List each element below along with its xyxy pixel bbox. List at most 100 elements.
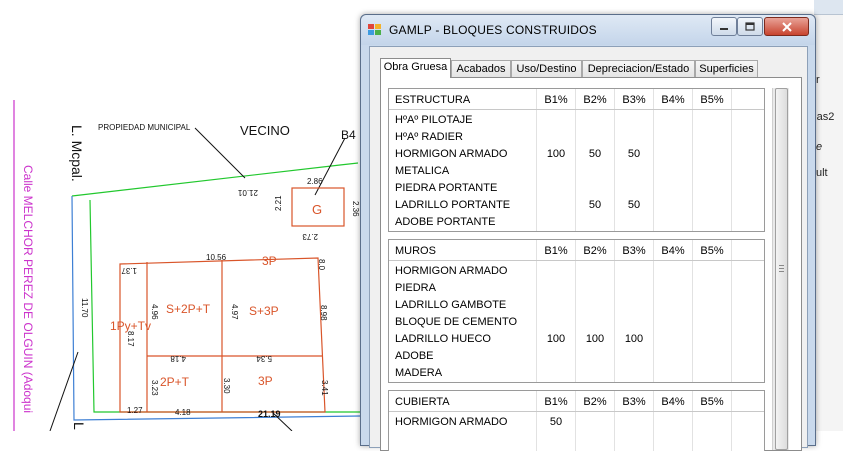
minimize-button[interactable] (711, 17, 737, 36)
b5-cell[interactable] (693, 163, 731, 180)
b4-cell[interactable] (654, 280, 692, 297)
b2-cell[interactable] (576, 280, 614, 297)
b4-cell[interactable] (654, 112, 692, 129)
b3-cell[interactable] (615, 348, 653, 365)
b5-cell[interactable] (693, 129, 731, 146)
vertical-scrollbar[interactable] (772, 88, 789, 450)
b1-cell[interactable] (537, 129, 575, 146)
b4-cell[interactable] (654, 180, 692, 197)
b4-cell[interactable] (654, 197, 692, 214)
b4-cell[interactable] (654, 365, 692, 382)
maximize-button[interactable] (737, 17, 763, 36)
b2-cell[interactable] (576, 297, 614, 314)
b4-cell[interactable] (654, 214, 692, 231)
table-row[interactable]: PIEDRA PORTANTE (389, 180, 764, 197)
b4-cell[interactable] (654, 297, 692, 314)
b1-cell[interactable] (537, 280, 575, 297)
grid-estructura[interactable]: ESTRUCTURA B1% B2% B3% B4% B5% HºAº PILO… (388, 88, 765, 232)
b4-cell[interactable] (654, 348, 692, 365)
b2-cell[interactable] (576, 163, 614, 180)
table-row[interactable]: HORMIGON ARMADO 100 50 50 (389, 146, 764, 163)
b3-cell[interactable] (615, 414, 653, 431)
b2-cell[interactable] (576, 263, 614, 280)
b1-cell[interactable]: 100 (537, 331, 575, 348)
table-row[interactable]: LADRILLO GAMBOTE (389, 297, 764, 314)
b2-cell[interactable]: 50 (576, 146, 614, 163)
b5-cell[interactable] (693, 365, 731, 382)
b1-cell[interactable] (537, 297, 575, 314)
b5-cell[interactable] (693, 348, 731, 365)
b3-cell[interactable] (615, 314, 653, 331)
b2-cell[interactable] (576, 414, 614, 431)
b3-cell[interactable] (615, 280, 653, 297)
b3-cell[interactable]: 50 (615, 197, 653, 214)
b2-cell[interactable] (576, 365, 614, 382)
table-row[interactable]: LADRILLO PORTANTE 50 50 (389, 197, 764, 214)
b5-cell[interactable] (693, 112, 731, 129)
b3-cell[interactable] (615, 263, 653, 280)
b5-cell[interactable] (693, 414, 731, 431)
b4-cell[interactable] (654, 163, 692, 180)
title-bar[interactable]: GAMLP - BLOQUES CONSTRUIDOS (361, 15, 815, 45)
b1-cell[interactable] (537, 112, 575, 129)
b4-cell[interactable] (654, 314, 692, 331)
b3-cell[interactable] (615, 214, 653, 231)
b1-cell[interactable] (537, 365, 575, 382)
b5-cell[interactable] (693, 263, 731, 280)
close-button[interactable] (764, 17, 809, 36)
b2-cell[interactable] (576, 112, 614, 129)
b3-cell[interactable] (615, 297, 653, 314)
b2-cell[interactable] (576, 129, 614, 146)
b5-cell[interactable] (693, 214, 731, 231)
table-row[interactable]: HORMIGON ARMADO 50 (389, 414, 764, 431)
table-row[interactable]: METALICA (389, 163, 764, 180)
table-row[interactable]: PIEDRA (389, 280, 764, 297)
b3-cell[interactable] (615, 365, 653, 382)
table-row[interactable]: HºAº PILOTAJE (389, 112, 764, 129)
b2-cell[interactable] (576, 180, 614, 197)
b3-cell[interactable]: 100 (615, 331, 653, 348)
b5-cell[interactable] (693, 280, 731, 297)
tab-uso-destino[interactable]: Uso/Destino (511, 60, 582, 77)
b3-cell[interactable] (615, 112, 653, 129)
b1-cell[interactable] (537, 163, 575, 180)
b5-cell[interactable] (693, 180, 731, 197)
b4-cell[interactable] (654, 129, 692, 146)
table-row[interactable]: HORMIGON ARMADO (389, 263, 764, 280)
b1-cell[interactable] (537, 180, 575, 197)
table-row[interactable]: BLOQUE DE CEMENTO (389, 314, 764, 331)
tab-depreciacion-estado[interactable]: Depreciacion/Estado (582, 60, 695, 77)
scrollbar-thumb[interactable] (775, 88, 788, 450)
b2-cell[interactable] (576, 214, 614, 231)
b5-cell[interactable] (693, 314, 731, 331)
b5-cell[interactable] (693, 297, 731, 314)
b1-cell[interactable] (537, 314, 575, 331)
b1-cell[interactable] (537, 263, 575, 280)
b1-cell[interactable] (537, 197, 575, 214)
b5-cell[interactable] (693, 197, 731, 214)
b1-cell[interactable]: 100 (537, 146, 575, 163)
b1-cell[interactable]: 50 (537, 414, 575, 431)
tab-acabados[interactable]: Acabados (451, 60, 511, 77)
tab-superficies[interactable]: Superficies (695, 60, 758, 77)
table-row[interactable]: ADOBE PORTANTE (389, 214, 764, 231)
b3-cell[interactable] (615, 129, 653, 146)
table-row[interactable]: HºAº RADIER (389, 129, 764, 146)
b2-cell[interactable] (576, 348, 614, 365)
b4-cell[interactable] (654, 263, 692, 280)
grid-muros[interactable]: MUROS B1% B2% B3% B4% B5% HORMIGON ARMAD… (388, 239, 765, 383)
table-row[interactable]: LADRILLO HUECO 100 100 100 (389, 331, 764, 348)
table-row[interactable]: ADOBE (389, 348, 764, 365)
table-row[interactable]: MADERA (389, 365, 764, 382)
b4-cell[interactable] (654, 414, 692, 431)
b2-cell[interactable]: 100 (576, 331, 614, 348)
b4-cell[interactable] (654, 331, 692, 348)
b3-cell[interactable]: 50 (615, 146, 653, 163)
tab-obra-gruesa[interactable]: Obra Gruesa (380, 58, 451, 78)
b2-cell[interactable] (576, 314, 614, 331)
grid-cubierta[interactable]: CUBIERTA B1% B2% B3% B4% B5% HORMIGON AR… (388, 390, 765, 451)
b1-cell[interactable] (537, 348, 575, 365)
b5-cell[interactable] (693, 146, 731, 163)
b3-cell[interactable] (615, 163, 653, 180)
b5-cell[interactable] (693, 331, 731, 348)
